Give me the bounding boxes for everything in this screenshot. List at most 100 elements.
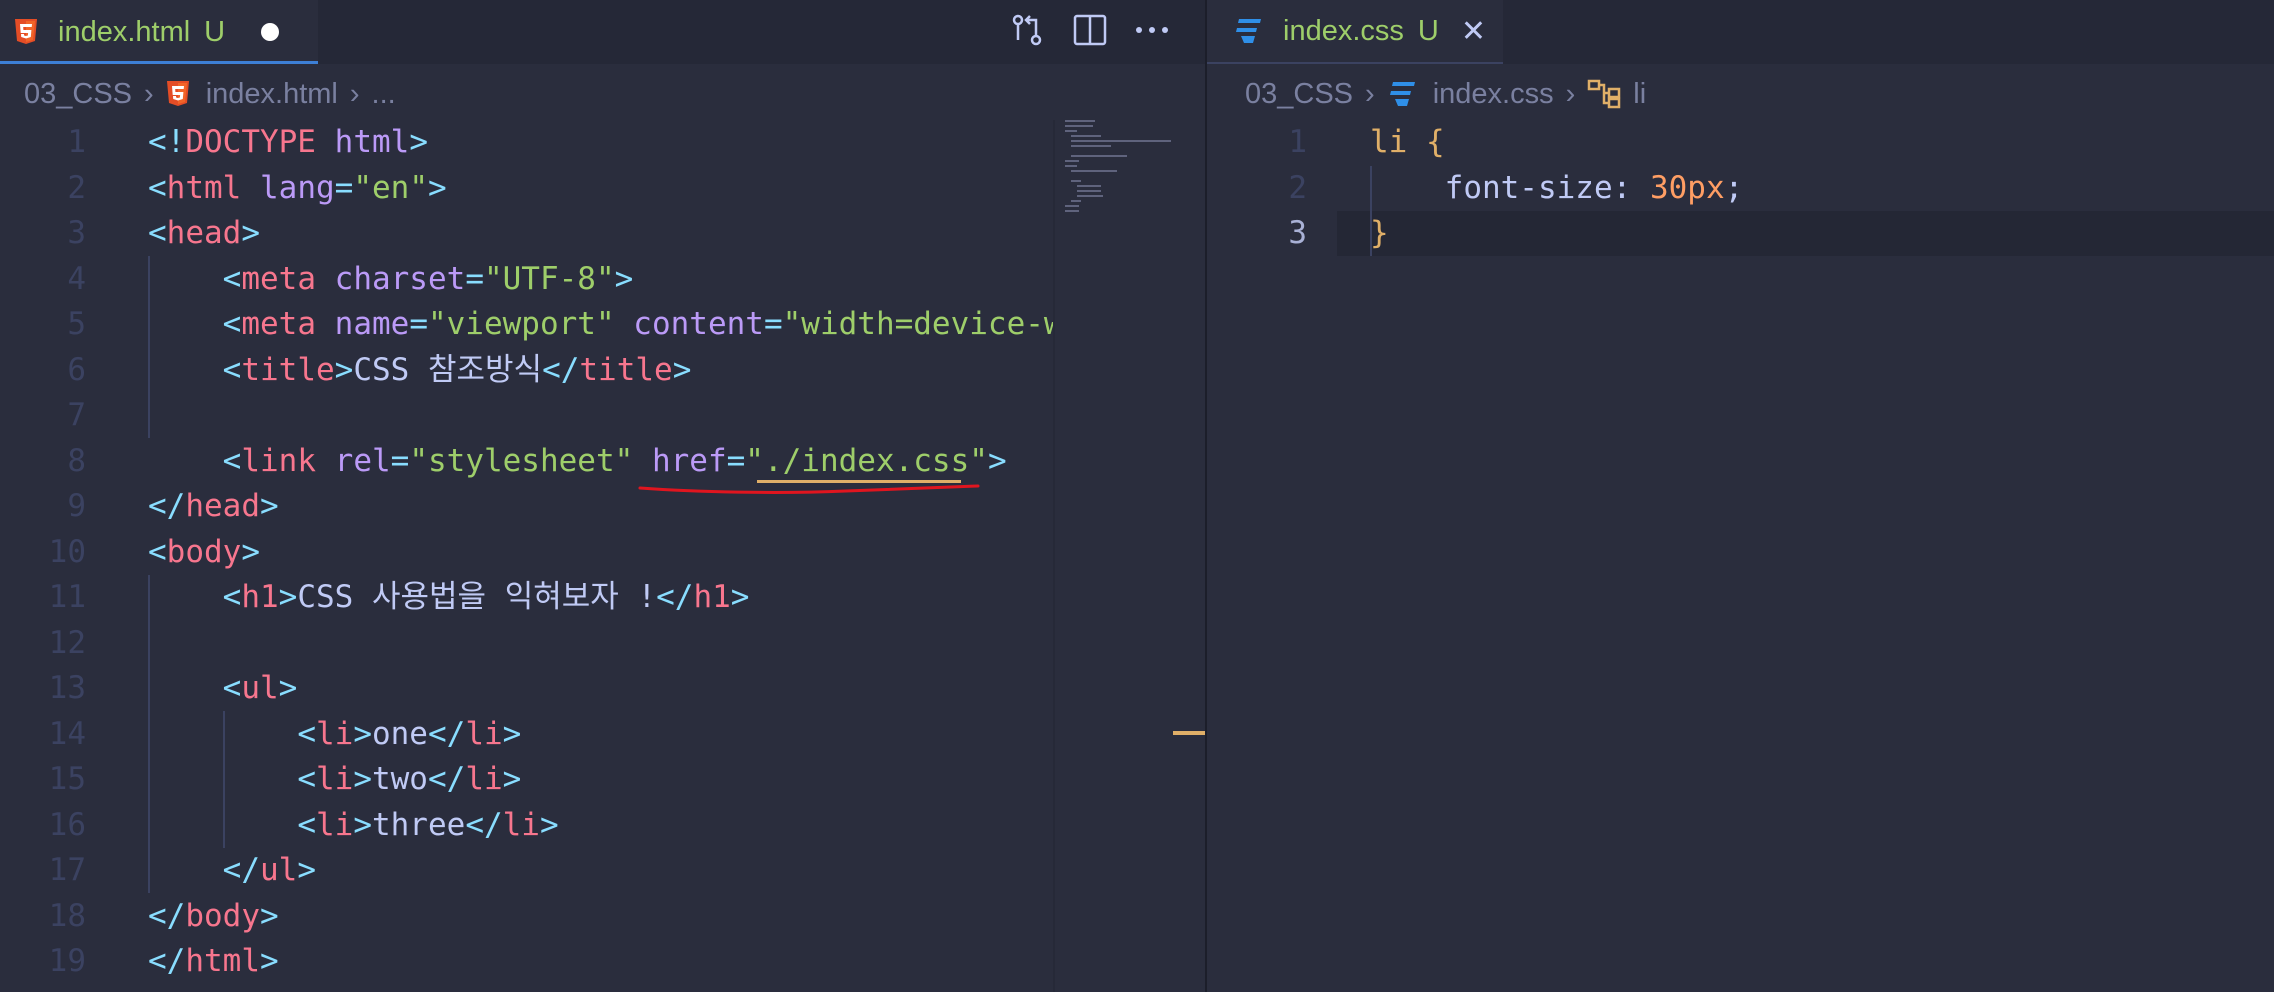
code-token: CSS 참조방식: [353, 351, 543, 388]
code-token: "viewport": [427, 306, 615, 342]
code-line[interactable]: 4 <meta charset="UTF-8">: [0, 257, 1205, 303]
split-editor-icon[interactable]: [1066, 6, 1114, 54]
code-line[interactable]: 1 li {: [1207, 120, 2274, 166]
code-line[interactable]: 5 <meta name="viewport" content="width=d…: [0, 302, 1205, 348]
code-token: font-size: [1444, 169, 1613, 206]
line-number: 12: [48, 624, 86, 661]
tab-bar-left: index.html U: [0, 0, 1205, 64]
code-token: h1: [241, 579, 279, 615]
code-line[interactable]: 2 <html lang="en">: [0, 166, 1205, 212]
line-number: 1: [1288, 124, 1307, 160]
code-line[interactable]: 16 <li>three</li>: [0, 803, 1205, 849]
code-token: charset: [334, 260, 466, 297]
code-token: head: [166, 215, 242, 251]
code-line[interactable]: 2 font-size: 30px;: [1207, 166, 2274, 212]
code-token: html: [334, 124, 410, 160]
code-token: >: [334, 351, 354, 388]
code-text: <li>two</li>: [148, 757, 521, 803]
code-line[interactable]: 12: [0, 621, 1205, 667]
html5-icon: [166, 80, 190, 108]
breadcrumb-file[interactable]: index.html: [206, 78, 338, 111]
unsaved-dot-icon[interactable]: [261, 23, 280, 41]
code-token: =: [409, 306, 428, 342]
code-token: }: [1370, 215, 1389, 251]
indent-guide: [148, 256, 150, 438]
code-token: li: [502, 806, 540, 843]
code-text: font-size: 30px;: [1370, 166, 1744, 212]
code-line[interactable]: 3 <head>: [0, 211, 1205, 257]
code-line[interactable]: 15 <li>two</li>: [0, 757, 1205, 803]
code-token: >: [614, 260, 634, 297]
code-token: href: [651, 442, 727, 479]
code-token: {: [1426, 124, 1445, 160]
breadcrumb-folder[interactable]: 03_CSS: [1245, 78, 1353, 111]
code-line[interactable]: 8 <link rel="stylesheet" href="./index.c…: [0, 439, 1205, 485]
code-line[interactable]: 1 <!DOCTYPE html>: [0, 120, 1205, 166]
code-token: <: [148, 169, 167, 206]
code-line[interactable]: 14 <li>one</li>: [0, 712, 1205, 758]
code-token: meta: [241, 260, 316, 297]
breadcrumb-symbol[interactable]: li: [1633, 78, 1646, 111]
code-line[interactable]: 19 </html>: [0, 939, 1205, 985]
tab-index-html[interactable]: index.html U: [0, 0, 318, 64]
code-text: <head>: [148, 211, 260, 257]
breadcrumb-more[interactable]: ...: [372, 78, 396, 111]
code-text: }: [1370, 211, 1389, 257]
code-line[interactable]: 18 </body>: [0, 894, 1205, 940]
code-text: <body>: [148, 530, 260, 576]
code-token: =: [390, 442, 410, 479]
code-token: one: [371, 715, 428, 752]
code-token: <: [148, 215, 167, 251]
code-token: <: [297, 761, 316, 797]
code-line[interactable]: 6 <title>CSS 참조방식</title>: [0, 348, 1205, 394]
code-token: =: [763, 306, 783, 342]
code-token: </: [656, 579, 694, 615]
code-token: >: [502, 761, 522, 797]
code-line[interactable]: 11 <h1>CSS 사용법을 익혀보자 !</h1>: [0, 575, 1205, 621]
minimap[interactable]: [1055, 120, 1205, 992]
line-number: 15: [48, 761, 86, 797]
tab-index-css[interactable]: index.css U ✕: [1207, 0, 1503, 64]
git-compare-icon[interactable]: [1003, 6, 1051, 54]
code-line[interactable]: 10 <body>: [0, 530, 1205, 576]
line-number: 19: [48, 943, 86, 979]
code-token: </: [148, 488, 186, 524]
code-line[interactable]: 13 <ul>: [0, 666, 1205, 712]
code-token: >: [539, 806, 559, 843]
code-token: "UTF-8": [483, 260, 615, 297]
code-token: <: [222, 670, 242, 706]
chevron-right-icon: ›: [144, 77, 154, 110]
code-text: </head>: [148, 484, 279, 530]
code-token: "en": [353, 169, 428, 206]
code-line[interactable]: 7: [0, 393, 1205, 439]
breadcrumb-file[interactable]: index.css: [1433, 78, 1554, 111]
code-text: <ul>: [148, 666, 298, 712]
code-token: CSS 사용법을 익혀보자 !: [297, 579, 657, 615]
code-token: body: [166, 533, 242, 570]
tab-label: index.css: [1283, 14, 1404, 47]
code-token: >: [427, 169, 447, 206]
code-token: li: [315, 715, 354, 752]
code-text: <!DOCTYPE html>: [148, 120, 428, 166]
breadcrumb: 03_CSS › index.html › ...: [0, 66, 396, 122]
code-token: two: [371, 761, 428, 797]
code-token: li: [465, 715, 503, 752]
breadcrumb-folder[interactable]: 03_CSS: [24, 78, 132, 111]
line-number: 1: [67, 124, 86, 160]
code-line[interactable]: 3}: [1207, 211, 2274, 257]
code-token: link: [241, 442, 316, 479]
close-icon[interactable]: ✕: [1461, 14, 1486, 49]
code-token: "width=device-w: [782, 306, 1063, 342]
more-actions-icon[interactable]: [1128, 6, 1176, 54]
code-line[interactable]: 17 </ul>: [0, 848, 1205, 894]
code-line[interactable]: 9 </head>: [0, 484, 1205, 530]
html5-icon: [14, 18, 38, 46]
